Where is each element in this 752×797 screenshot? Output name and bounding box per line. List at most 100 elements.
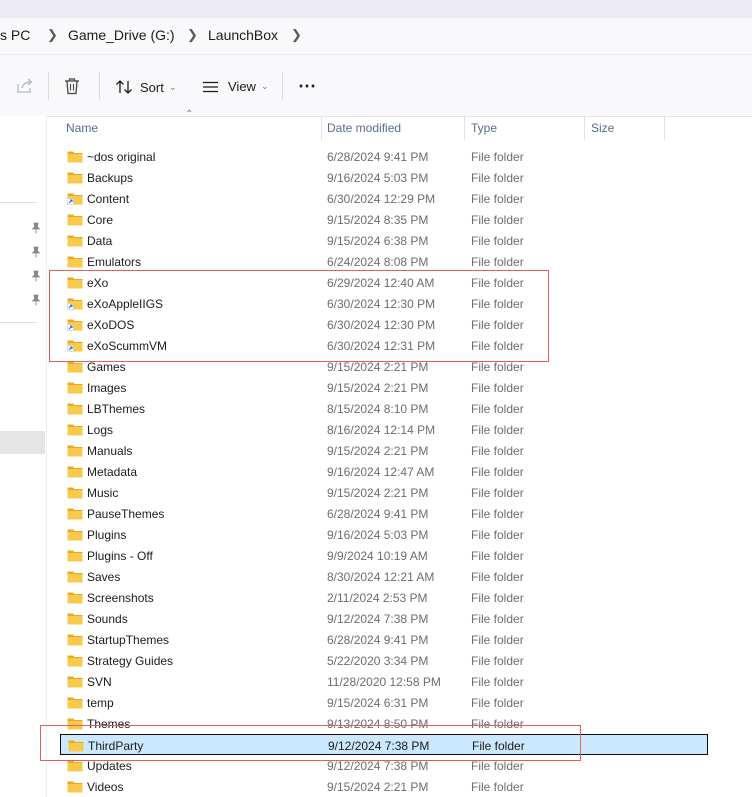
file-row[interactable]: ~dos original 6/28/2024 9:41 PM File folde… bbox=[60, 146, 708, 167]
pin-icon[interactable] bbox=[31, 270, 41, 282]
file-name: eXoScummVM bbox=[87, 339, 168, 353]
file-row[interactable]: Data 9/15/2024 6:38 PM File folder bbox=[60, 230, 708, 251]
folder-shortcut-icon bbox=[67, 319, 83, 331]
file-date-modified: 9/15/2024 6:38 PM bbox=[327, 234, 429, 248]
pin-icon[interactable] bbox=[31, 246, 41, 258]
file-row[interactable]: Updates 9/12/2024 7:38 PM File folder bbox=[60, 755, 708, 776]
chevron-right-icon[interactable]: ❯ bbox=[187, 27, 198, 43]
pin-icon[interactable] bbox=[31, 294, 41, 306]
file-row[interactable]: Music 9/15/2024 2:21 PM File folder bbox=[60, 482, 708, 503]
sort-button[interactable]: Sort ⌄ bbox=[115, 79, 176, 95]
file-row[interactable]: eXoAppleIIGS 6/30/2024 12:30 PM File folde… bbox=[60, 293, 708, 314]
file-date-modified: 9/9/2024 10:19 AM bbox=[327, 549, 428, 563]
pin-icon[interactable] bbox=[31, 222, 41, 234]
file-type: File folder bbox=[471, 675, 524, 689]
file-name: Images bbox=[87, 381, 127, 395]
file-row[interactable]: SVN 11/28/2020 12:58 PM File folder bbox=[60, 671, 708, 692]
file-row[interactable]: Backups 9/16/2024 5:03 PM File folder bbox=[60, 167, 708, 188]
toolbar-separator bbox=[48, 72, 49, 100]
file-row[interactable]: Logs 8/16/2024 12:14 PM File folder bbox=[60, 419, 708, 440]
file-type: File folder bbox=[471, 339, 524, 353]
column-divider[interactable] bbox=[664, 116, 665, 140]
trash-icon bbox=[65, 78, 79, 95]
file-row[interactable]: Games 9/15/2024 2:21 PM File folder bbox=[60, 356, 708, 377]
file-row[interactable]: Images 9/15/2024 2:21 PM File folder bbox=[60, 377, 708, 398]
breadcrumb-launchbox[interactable]: LaunchBox bbox=[208, 27, 278, 43]
file-row[interactable]: Screenshots 2/11/2024 2:53 PM File folder bbox=[60, 587, 708, 608]
file-row[interactable]: Core 9/15/2024 8:35 PM File folder bbox=[60, 209, 708, 230]
nav-selected-item[interactable] bbox=[0, 431, 45, 454]
file-row[interactable]: Themes 9/13/2024 8:50 PM File folder bbox=[60, 713, 708, 734]
file-date-modified: 9/12/2024 7:38 PM bbox=[328, 739, 430, 753]
chevron-right-icon[interactable]: ❯ bbox=[47, 27, 58, 43]
view-list-icon bbox=[203, 81, 218, 92]
file-row[interactable]: Content 6/30/2024 12:29 PM File folder bbox=[60, 188, 708, 209]
file-name: Plugins bbox=[87, 528, 127, 542]
file-type: File folder bbox=[471, 171, 524, 185]
file-row[interactable]: temp 9/15/2024 6:31 PM File folder bbox=[60, 692, 708, 713]
file-row[interactable]: Metadata 9/16/2024 12:47 AM File folder bbox=[60, 461, 708, 482]
file-name: eXoDOS bbox=[87, 318, 135, 332]
file-row[interactable]: eXo 6/29/2024 12:40 AM File folder bbox=[60, 272, 708, 293]
file-date-modified: 6/30/2024 12:30 PM bbox=[327, 297, 436, 311]
file-row[interactable]: Emulators 6/24/2024 8:08 PM File folder bbox=[60, 251, 708, 272]
file-row[interactable]: StartupThemes 6/28/2024 9:41 PM File folde… bbox=[60, 629, 708, 650]
file-name: Videos bbox=[87, 780, 124, 794]
file-row[interactable]: PauseThemes 6/28/2024 9:41 PM File folder bbox=[60, 503, 708, 524]
share-icon bbox=[17, 78, 33, 93]
view-button[interactable]: View ⌄ bbox=[202, 79, 269, 94]
file-row[interactable]: Plugins 9/16/2024 5:03 PM File folder bbox=[60, 524, 708, 545]
nav-divider bbox=[0, 202, 36, 203]
file-date-modified: 6/30/2024 12:29 PM bbox=[327, 192, 436, 206]
file-date-modified: 9/13/2024 8:50 PM bbox=[327, 717, 429, 731]
column-header-name[interactable]: Name bbox=[66, 116, 98, 141]
file-row[interactable]: eXoDOS 6/30/2024 12:30 PM File folder bbox=[60, 314, 708, 335]
file-type: File folder bbox=[471, 528, 524, 542]
folder-icon bbox=[67, 151, 83, 163]
file-type: File folder bbox=[472, 739, 525, 753]
file-date-modified: 9/15/2024 2:21 PM bbox=[327, 360, 429, 374]
file-date-modified: 6/28/2024 9:41 PM bbox=[327, 507, 429, 521]
column-divider[interactable] bbox=[321, 116, 322, 140]
folder-icon bbox=[67, 676, 83, 688]
nav-divider bbox=[0, 322, 36, 323]
column-divider[interactable] bbox=[464, 116, 465, 140]
file-type: File folder bbox=[471, 717, 524, 731]
file-row[interactable]: eXoScummVM 6/30/2024 12:31 PM File folder bbox=[60, 335, 708, 356]
file-row[interactable]: Sounds 9/12/2024 7:38 PM File folder bbox=[60, 608, 708, 629]
file-type: File folder bbox=[471, 276, 524, 290]
file-type: File folder bbox=[471, 696, 524, 710]
file-row[interactable]: Videos 9/15/2024 2:21 PM File folder bbox=[60, 776, 708, 797]
file-name: Backups bbox=[87, 171, 134, 185]
folder-icon bbox=[67, 634, 83, 646]
chevron-right-icon[interactable]: ❯ bbox=[291, 27, 302, 43]
file-row[interactable]: LBThemes 8/15/2024 8:10 PM File folder bbox=[60, 398, 708, 419]
file-row[interactable]: Saves 8/30/2024 12:21 AM File folder bbox=[60, 566, 708, 587]
sort-icon bbox=[116, 80, 132, 94]
breadcrumb-game-drive[interactable]: Game_Drive (G:) bbox=[68, 27, 175, 43]
more-options-button[interactable]: ⋯ bbox=[298, 76, 316, 97]
breadcrumb-this-pc[interactable]: s PC bbox=[0, 27, 30, 43]
file-name: eXoAppleIIGS bbox=[87, 297, 164, 311]
file-name: StartupThemes bbox=[87, 633, 170, 647]
chevron-down-icon: ⌄ bbox=[168, 81, 177, 92]
column-header-type[interactable]: Type bbox=[471, 116, 497, 141]
window-top-strip bbox=[0, 0, 752, 18]
file-date-modified: 6/24/2024 8:08 PM bbox=[327, 255, 429, 269]
file-row[interactable]: ThirdParty 9/12/2024 7:38 PM File folder bbox=[60, 734, 708, 755]
column-header-size[interactable]: Size bbox=[591, 116, 614, 141]
file-name: Core bbox=[87, 213, 114, 227]
column-header-date-modified[interactable]: Date modified bbox=[327, 116, 401, 141]
column-divider[interactable] bbox=[584, 116, 585, 140]
file-type: File folder bbox=[471, 507, 524, 521]
file-row[interactable]: Plugins - Off 9/9/2024 10:19 AM File folde… bbox=[60, 545, 708, 566]
file-row[interactable]: Manuals 9/15/2024 2:21 PM File folder bbox=[60, 440, 708, 461]
file-date-modified: 8/15/2024 8:10 PM bbox=[327, 402, 429, 416]
share-button[interactable] bbox=[16, 78, 34, 94]
folder-icon bbox=[67, 655, 83, 667]
address-bar[interactable]: s PC ❯ Game_Drive (G:) ❯ LaunchBox ❯ bbox=[0, 18, 752, 55]
file-row[interactable]: Strategy Guides 5/22/2020 3:34 PM File fol… bbox=[60, 650, 708, 671]
delete-button[interactable] bbox=[64, 77, 80, 95]
file-type: File folder bbox=[471, 381, 524, 395]
file-name: SVN bbox=[87, 675, 112, 689]
